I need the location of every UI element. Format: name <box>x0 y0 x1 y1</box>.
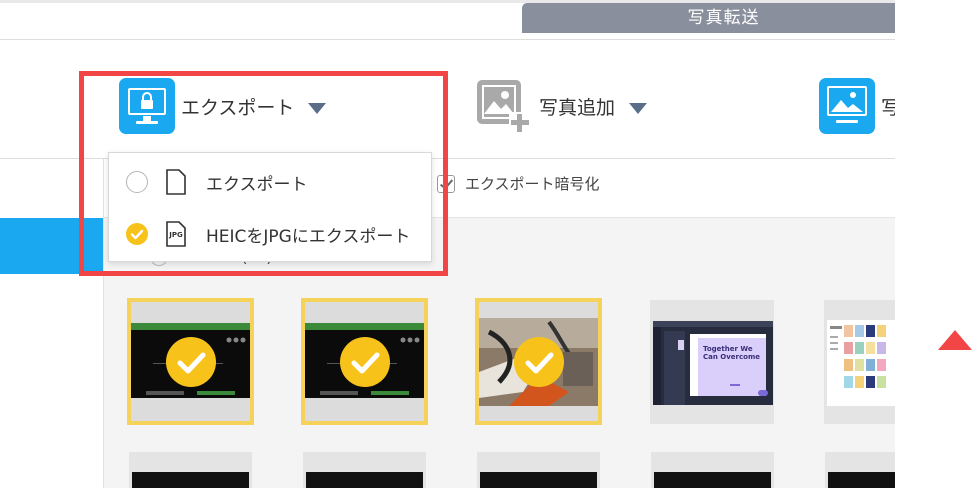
tab-photo-transfer[interactable]: 写真転送 <box>522 3 895 33</box>
selected-check-icon <box>339 336 390 387</box>
photo-thumbnail[interactable] <box>477 452 600 488</box>
photo-thumbnail[interactable] <box>127 298 254 425</box>
photo-thumbnail[interactable] <box>129 452 252 488</box>
photo-image <box>650 300 774 424</box>
photo-thumbnail[interactable] <box>824 300 895 424</box>
photo-thumbnail[interactable]: Together We Can Overcome <box>650 300 774 424</box>
photo-thumbnail[interactable] <box>651 452 774 488</box>
photo-tool-button[interactable]: 写 <box>819 78 895 134</box>
encrypt-export-label: エクスポート暗号化 <box>465 175 600 193</box>
photo-image <box>824 300 895 424</box>
photo-thumbnail[interactable] <box>475 298 602 425</box>
image-add-icon <box>477 80 531 134</box>
photo-thumbnail[interactable] <box>825 452 895 488</box>
add-photo-dropdown-caret-icon[interactable] <box>629 102 648 114</box>
photo-tool-button-label: 写 <box>881 96 895 119</box>
photo-thumbnail[interactable] <box>301 298 428 425</box>
annotation-highlight-box <box>79 71 448 276</box>
photo-thumbnail[interactable] <box>303 452 426 488</box>
app-window: 写真転送 エクスポート 写真追加 写 エクスポート暗号化 Together We… <box>0 0 895 488</box>
monitor-image-icon <box>819 78 875 134</box>
annotation-arrow-icon <box>938 330 972 350</box>
selected-check-icon <box>513 336 564 387</box>
add-photo-button[interactable]: 写真追加 <box>475 78 648 134</box>
tab-bar: 写真転送 <box>0 0 895 40</box>
encrypt-export-option[interactable]: エクスポート暗号化 <box>437 173 600 194</box>
selected-check-icon <box>165 336 216 387</box>
add-photo-button-label: 写真追加 <box>539 96 616 119</box>
slide-title: Together We Can Overcome <box>703 345 760 361</box>
